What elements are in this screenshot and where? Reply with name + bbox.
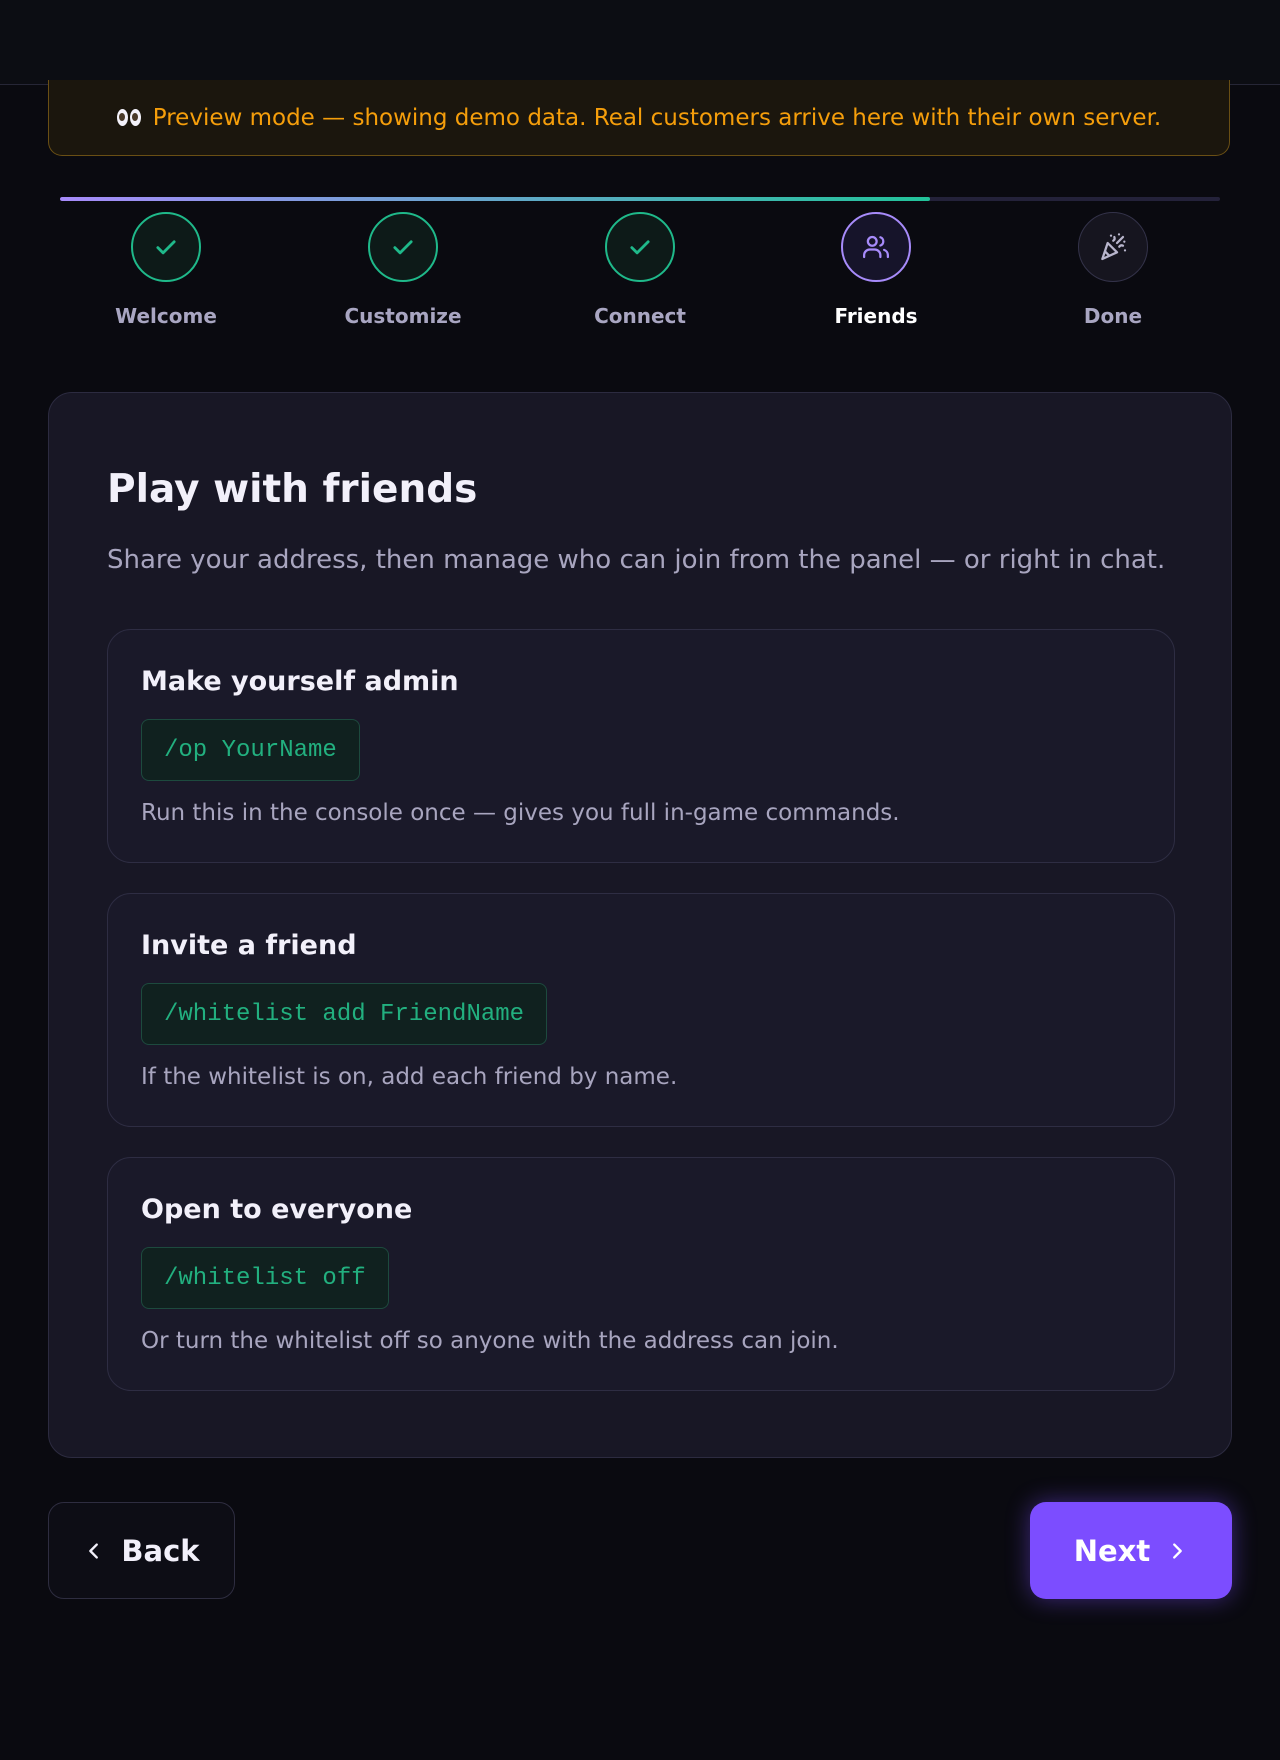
section-description: Run this in the console once — gives you… bbox=[141, 800, 900, 826]
page-subtitle: Share your address, then manage who can … bbox=[107, 545, 1166, 575]
section-title: Invite a friend bbox=[141, 930, 357, 961]
page-title: Play with friends bbox=[107, 467, 478, 512]
step-done-label: Done bbox=[1083, 304, 1143, 328]
step-done-circle bbox=[1078, 212, 1148, 282]
users-icon bbox=[863, 235, 889, 259]
progress-bar bbox=[60, 197, 1220, 201]
section-title: Open to everyone bbox=[141, 1194, 413, 1225]
step-connect-circle bbox=[605, 212, 675, 282]
next-button-label: Next bbox=[1073, 1533, 1151, 1568]
step-customize[interactable]: Customize bbox=[313, 212, 493, 328]
step-customize-circle bbox=[368, 212, 438, 282]
banner-text: Preview mode — showing demo data. Real c… bbox=[152, 104, 1162, 131]
command-snippet[interactable]: /whitelist off bbox=[141, 1247, 389, 1309]
friends-card: Play with friends Share your address, th… bbox=[48, 392, 1232, 1458]
step-welcome-circle bbox=[131, 212, 201, 282]
step-friends-circle bbox=[841, 212, 911, 282]
step-connect[interactable]: Connect bbox=[550, 212, 730, 328]
eyes-icon bbox=[116, 109, 141, 126]
admin-section: Make yourself admin /op YourName Run thi… bbox=[107, 629, 1175, 863]
step-friends-label: Friends bbox=[834, 304, 918, 328]
command-snippet[interactable]: /op YourName bbox=[141, 719, 360, 781]
party-popper-icon bbox=[1101, 233, 1127, 261]
progress-bar-fill bbox=[60, 197, 930, 201]
stepper: Welcome Customize Connect Friends Done bbox=[0, 212, 1280, 332]
step-welcome-label: Welcome bbox=[115, 304, 217, 328]
back-button[interactable]: Back bbox=[48, 1502, 235, 1599]
section-description: If the whitelist is on, add each friend … bbox=[141, 1064, 678, 1090]
step-welcome[interactable]: Welcome bbox=[76, 212, 256, 328]
step-friends[interactable]: Friends bbox=[786, 212, 966, 328]
step-customize-label: Customize bbox=[344, 304, 462, 328]
chevron-left-icon bbox=[89, 1542, 99, 1559]
top-bar bbox=[0, 0, 1280, 85]
check-icon bbox=[156, 240, 176, 255]
step-connect-label: Connect bbox=[594, 304, 686, 328]
next-button[interactable]: Next bbox=[1030, 1502, 1232, 1599]
step-done[interactable]: Done bbox=[1023, 212, 1203, 328]
preview-mode-banner: Preview mode — showing demo data. Real c… bbox=[48, 80, 1230, 156]
open-section: Open to everyone /whitelist off Or turn … bbox=[107, 1157, 1175, 1391]
section-title: Make yourself admin bbox=[141, 666, 459, 697]
chevron-right-icon bbox=[1173, 1542, 1183, 1559]
check-icon bbox=[393, 240, 413, 255]
section-description: Or turn the whitelist off so anyone with… bbox=[141, 1328, 839, 1354]
back-button-label: Back bbox=[121, 1533, 200, 1568]
command-snippet[interactable]: /whitelist add FriendName bbox=[141, 983, 548, 1045]
check-icon bbox=[630, 240, 650, 255]
invite-section: Invite a friend /whitelist add FriendNam… bbox=[107, 893, 1175, 1127]
